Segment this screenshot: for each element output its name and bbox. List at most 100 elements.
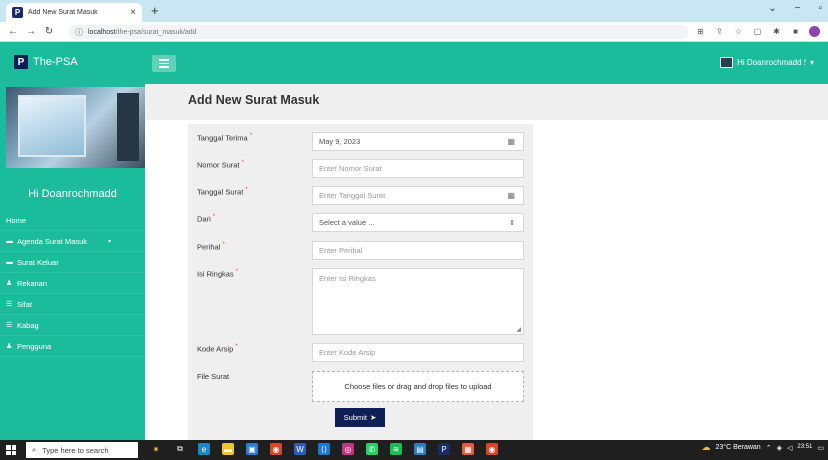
- notification-icon[interactable]: ▭: [817, 444, 824, 452]
- brand[interactable]: P The-PSA: [14, 55, 78, 69]
- share-icon[interactable]: ⇪: [714, 26, 725, 37]
- puzzle-icon[interactable]: ✱: [771, 26, 782, 37]
- perihal-label: Perihal *: [197, 242, 225, 252]
- file-dropzone[interactable]: Choose files or drag and drop files to u…: [312, 371, 524, 402]
- sidebar-item-home[interactable]: Home: [0, 210, 145, 231]
- user-menu[interactable]: Hi Doanrochmadd ! ▾: [720, 57, 814, 68]
- isi-ringkas-label: Isi Ringkas *: [197, 269, 239, 279]
- calendar-icon[interactable]: ▦: [507, 137, 515, 146]
- tanggal-terima-label: Tanggal Terima *: [197, 133, 253, 143]
- url-input[interactable]: ⓘ localhost/the-psa/surat_masuk/add: [69, 25, 689, 39]
- sidebar-item-label: Sifat: [17, 299, 33, 309]
- chrome-active-icon[interactable]: ◉: [486, 443, 498, 455]
- perihal-input[interactable]: Enter Perihal: [312, 241, 524, 260]
- windows-start-icon[interactable]: [6, 445, 16, 455]
- sidebar-item-rekanan[interactable]: ♟ Rekanan: [0, 273, 145, 294]
- translate-icon[interactable]: ⊞: [695, 26, 706, 37]
- profile-avatar[interactable]: [809, 26, 820, 37]
- kode-arsip-input[interactable]: Enter Kode Arsip: [312, 343, 524, 362]
- caret-down-icon: ▾: [107, 238, 111, 245]
- envelope-icon: ▬: [6, 237, 13, 245]
- browser-tab-bar: P Add New Surat Masuk × + ⌄ − ▫: [0, 0, 828, 22]
- close-icon[interactable]: ×: [130, 7, 136, 18]
- main-content: Add New Surat Masuk Tanggal Terima * May…: [145, 84, 828, 440]
- tanggal-surat-input[interactable]: Enter Tanggal Surat ▦: [312, 186, 524, 205]
- store-icon[interactable]: ▣: [246, 443, 258, 455]
- search-icon: ⌕: [32, 445, 37, 454]
- sidebar-item-label: Pengguna: [17, 341, 52, 351]
- surat-masuk-form: Tanggal Terima * May 9, 2023 ▦ Nomor Sur…: [188, 124, 533, 440]
- new-tab-icon[interactable]: +: [151, 3, 159, 18]
- sidebar-item-label: Surat Keluar: [17, 257, 59, 267]
- sidebar-item-pengguna[interactable]: ♟ Pengguna: [0, 336, 145, 357]
- edge-icon[interactable]: e: [198, 443, 210, 455]
- sidepanel-icon[interactable]: ■: [790, 26, 801, 37]
- sidebar-item-sifat[interactable]: ☰ Sifat: [0, 294, 145, 315]
- extension-icon[interactable]: ▢: [752, 26, 763, 37]
- back-icon[interactable]: ←: [8, 26, 18, 37]
- chevron-down-icon[interactable]: ⌄: [768, 3, 776, 14]
- user-icon: ♟: [6, 343, 13, 350]
- reload-icon[interactable]: ↻: [44, 26, 54, 37]
- forward-icon[interactable]: →: [26, 26, 36, 37]
- user-icon: ♟: [6, 280, 13, 287]
- photos-icon[interactable]: ▤: [414, 443, 426, 455]
- instagram-icon[interactable]: ◎: [342, 443, 354, 455]
- list-icon: ☰: [6, 322, 13, 329]
- taskbar-apps: ✷ ⧉ e ▬ ▣ ◉ W ⟨⟩ ◎ ✆ ≋ ▤ P ▦ ◉: [150, 443, 498, 455]
- tab-title: Add New Surat Masuk: [28, 9, 98, 16]
- task-view-icon[interactable]: ⧉: [174, 443, 186, 455]
- window-controls: ⌄ − ▫: [768, 3, 822, 14]
- os-taskbar: ⌕ Type here to search ✷ ⧉ e ▬ ▣ ◉ W ⟨⟩ ◎…: [0, 440, 828, 460]
- sidebar-item-surat-keluar[interactable]: ▬ Surat Keluar: [0, 252, 145, 273]
- app-icon[interactable]: ▦: [462, 443, 474, 455]
- weather-icon[interactable]: ☁: [701, 442, 710, 453]
- minimize-icon[interactable]: −: [795, 3, 801, 14]
- file-explorer-icon[interactable]: ▬: [222, 443, 234, 455]
- resize-handle-icon[interactable]: ◢: [516, 326, 521, 333]
- page-header: Add New Surat Masuk: [145, 84, 828, 120]
- isi-ringkas-textarea[interactable]: Enter Isi Ringkas ◢: [312, 268, 524, 335]
- tanggal-surat-label: Tanggal Surat *: [197, 187, 248, 197]
- widgets-icon[interactable]: ✷: [150, 443, 162, 455]
- dari-select[interactable]: Select a value ... ⇕: [312, 213, 524, 232]
- weather-text[interactable]: 23°C Berawan: [715, 444, 760, 451]
- brand-name: The-PSA: [33, 56, 78, 68]
- browser-tab[interactable]: P Add New Surat Masuk ×: [6, 3, 142, 22]
- sidebar: Hi Doanrochmadd Home ▬ Agenda Surat Masu…: [0, 84, 145, 440]
- sidebar-menu: Home ▬ Agenda Surat Masuk ▾ ▬ Surat Kelu…: [0, 210, 145, 357]
- browser-address-bar: ← → ↻ ⓘ localhost/the-psa/surat_masuk/ad…: [0, 22, 828, 42]
- star-icon[interactable]: ☆: [733, 26, 744, 37]
- sidebar-item-label: Home: [6, 215, 27, 225]
- info-icon[interactable]: ⓘ: [75, 27, 83, 38]
- list-icon: ☰: [6, 301, 13, 308]
- speaker-icon[interactable]: ◁: [787, 444, 792, 452]
- submit-button[interactable]: Submit ➤: [335, 408, 385, 427]
- chevron-up-icon[interactable]: ⌃: [766, 444, 772, 452]
- clock[interactable]: 23:51: [797, 444, 812, 451]
- sidebar-item-kabag[interactable]: ☰ Kabag: [0, 315, 145, 336]
- avatar: [720, 57, 734, 68]
- extension-icons: ⊞ ⇪ ☆ ▢ ✱ ■: [695, 26, 820, 37]
- spotify-icon[interactable]: ≋: [390, 443, 402, 455]
- file-surat-label: File Surat: [197, 372, 230, 381]
- whatsapp-icon[interactable]: ✆: [366, 443, 378, 455]
- tanggal-terima-input[interactable]: May 9, 2023 ▦: [312, 132, 524, 151]
- chrome-icon[interactable]: ◉: [270, 443, 282, 455]
- sidebar-item-agenda-surat-masuk[interactable]: ▬ Agenda Surat Masuk ▾: [0, 231, 145, 252]
- maximize-icon[interactable]: ▫: [818, 3, 822, 14]
- sidebar-toggle-button[interactable]: [152, 55, 176, 72]
- sidebar-item-label: Kabag: [17, 320, 39, 330]
- network-icon[interactable]: ◈: [777, 444, 782, 452]
- calendar-icon[interactable]: ▦: [507, 191, 515, 200]
- the-psa-app-icon[interactable]: P: [438, 443, 450, 455]
- kode-arsip-label: Kode Arsip *: [197, 344, 238, 354]
- taskbar-search-input[interactable]: ⌕ Type here to search: [26, 442, 138, 458]
- sidebar-item-label: Rekanan: [17, 278, 48, 288]
- user-photo: [6, 87, 145, 168]
- word-icon[interactable]: W: [294, 443, 306, 455]
- vscode-icon[interactable]: ⟨⟩: [318, 443, 330, 455]
- caret-down-icon: ▾: [809, 58, 814, 67]
- nomor-surat-input[interactable]: Enter Nomor Surat: [312, 159, 524, 178]
- nomor-surat-label: Nomor Surat *: [197, 160, 244, 170]
